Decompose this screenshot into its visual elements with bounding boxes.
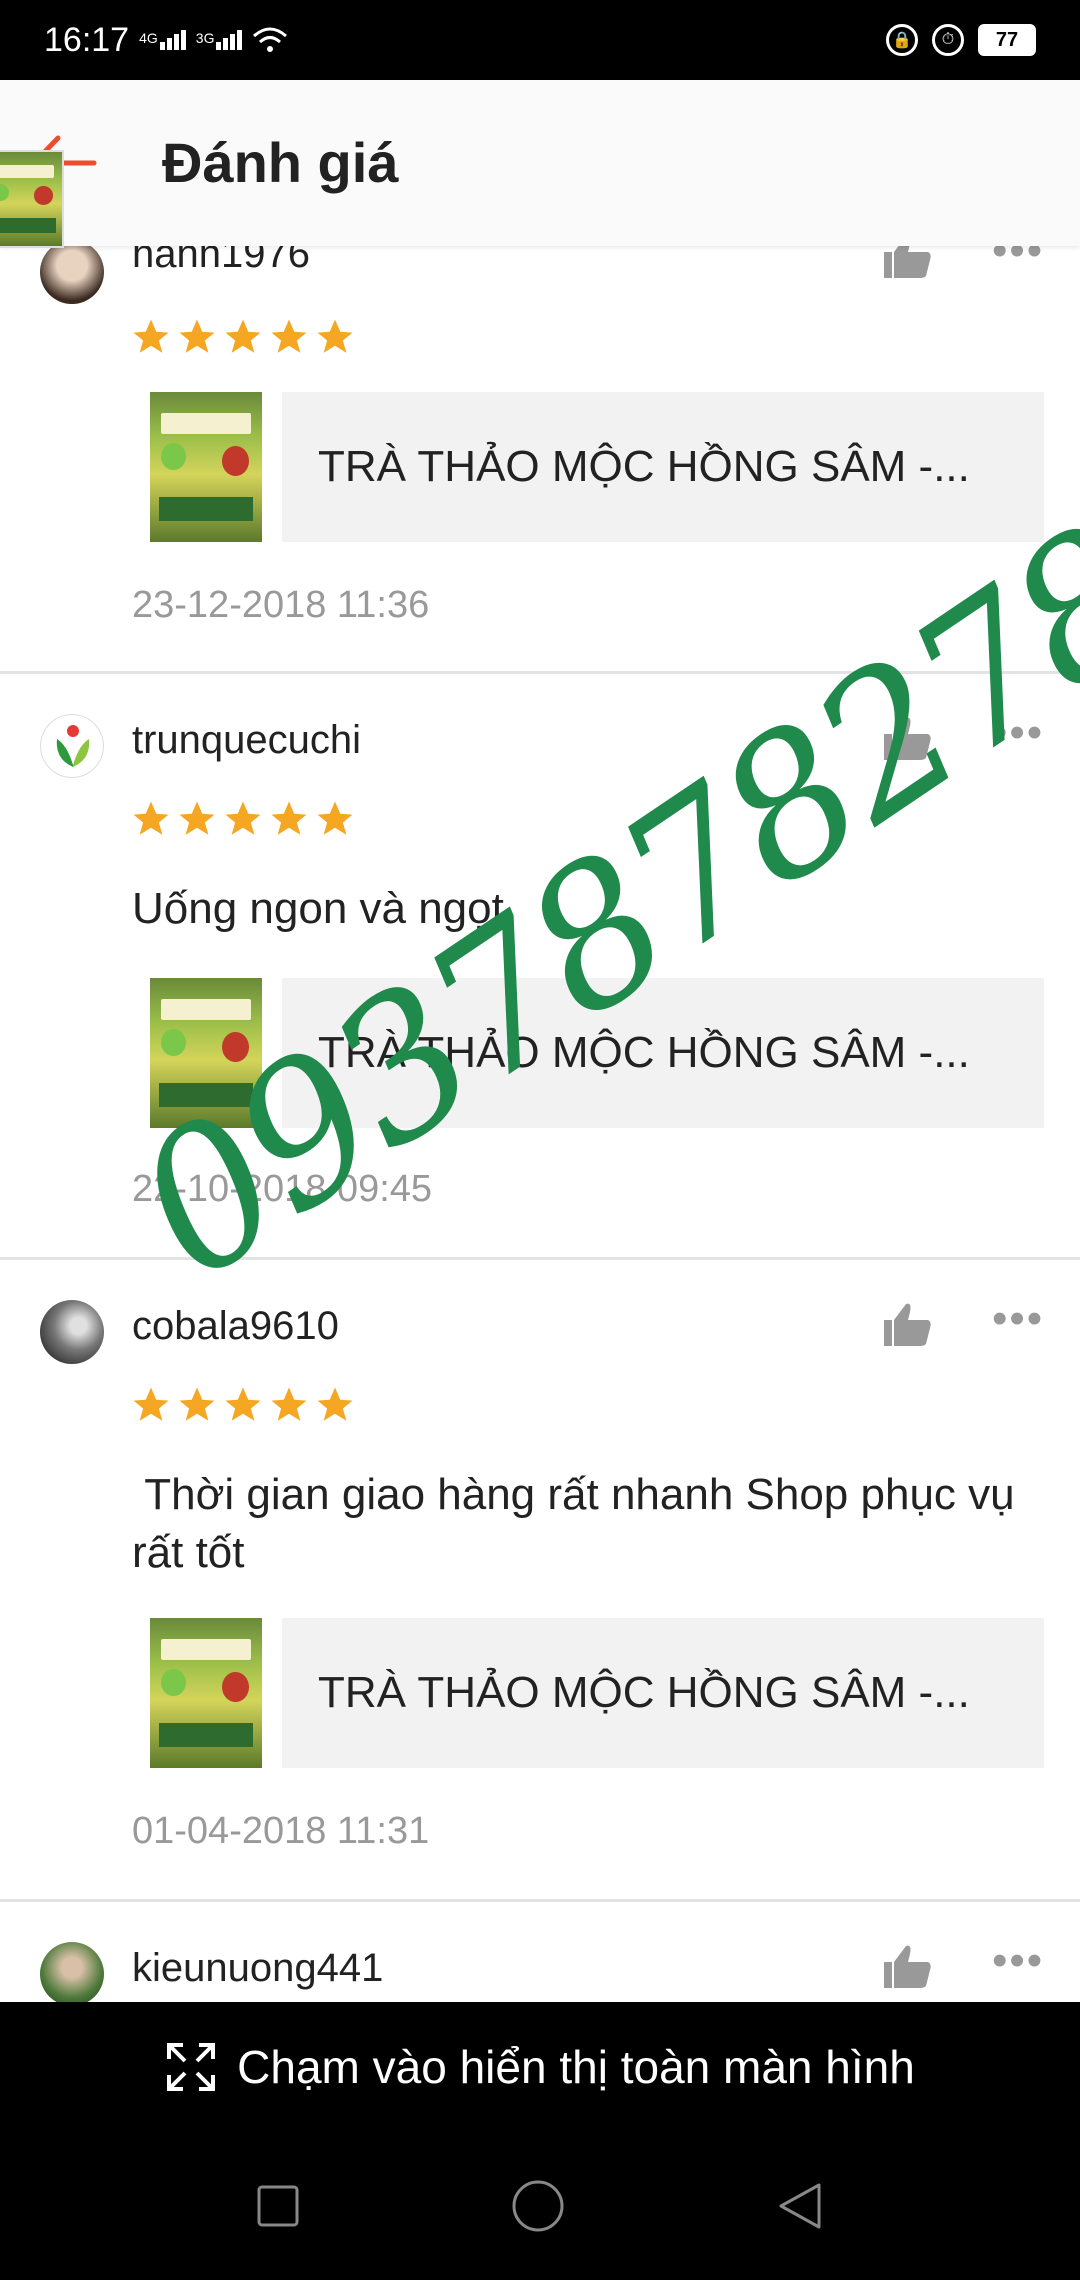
star-icon [317,319,353,353]
star-icon [225,1387,261,1421]
star-icon [133,801,169,835]
alarm-icon: ⏱ [932,24,964,56]
star-icon [179,1387,215,1421]
star-icon [133,319,169,353]
rating-stars [130,1384,356,1426]
avatar[interactable] [40,714,104,778]
product-thumbnail[interactable] [0,150,64,248]
star-icon [317,801,353,835]
status-time: 16:17 [44,20,130,59]
product-name: TRÀ THẢO MỘC HỒNG SÂM -... [282,392,1044,542]
review-item: cobala9610 ••• Thời gian giao hàng rất n… [0,1260,1080,1902]
page-title: Đánh giá [162,131,399,194]
system-nav-bar [0,2132,1080,2280]
star-icon [271,801,307,835]
star-icon [317,1387,353,1421]
star-icon [225,319,261,353]
star-icon [179,801,215,835]
fullscreen-hint-text: Chạm vào hiển thị toàn màn hình [237,2041,915,2093]
signal-3g-icon: 3G [196,30,243,50]
avatar[interactable] [40,1300,104,1364]
nav-square-icon[interactable] [255,2183,301,2229]
avatar[interactable] [40,240,104,304]
rating-stars [130,798,356,840]
star-icon [133,1387,169,1421]
more-icon[interactable]: ••• [992,1936,1044,1986]
product-image [150,1618,262,1768]
app-header: Đánh giá [0,80,1080,248]
review-comment: Thời gian giao hàng rất nhanh Shop phục … [132,1470,1027,1577]
star-icon [225,801,261,835]
review-username[interactable]: kieunuong441 [132,1946,383,1991]
more-icon[interactable]: ••• [992,1294,1044,1344]
status-bar: 16:17 4G 3G 🔒 ⏱ 77 [0,0,1080,80]
review-product-link[interactable]: TRÀ THẢO MỘC HỒNG SÂM -... [150,392,1044,542]
wifi-icon [253,27,288,52]
battery-icon: 77 [978,24,1036,56]
thumbs-up-icon[interactable] [880,1942,934,1990]
nav-circle-icon[interactable] [510,2178,566,2234]
lock-icon: 🔒 [886,24,918,56]
rating-stars [130,316,356,358]
product-name: TRÀ THẢO MỘC HỒNG SÂM -... [282,1618,1044,1768]
star-icon [179,319,215,353]
review-date: 01-04-2018 11:31 [132,1810,430,1852]
fullscreen-icon [167,2043,216,2091]
review-date: 23-12-2018 11:36 [132,584,430,626]
signal-4g-icon: 4G [139,30,186,50]
fullscreen-hint-bar[interactable]: Chạm vào hiển thị toàn màn hình [0,2002,1080,2132]
thumbs-up-icon[interactable] [880,1300,934,1348]
review-username[interactable]: trunquecuchi [132,718,361,763]
product-image [150,392,262,542]
star-icon [271,1387,307,1421]
star-icon [271,319,307,353]
nav-triangle-icon[interactable] [775,2181,825,2231]
avatar[interactable] [40,1942,104,2006]
review-product-link[interactable]: TRÀ THẢO MỘC HỒNG SÂM -... [150,1618,1044,1768]
